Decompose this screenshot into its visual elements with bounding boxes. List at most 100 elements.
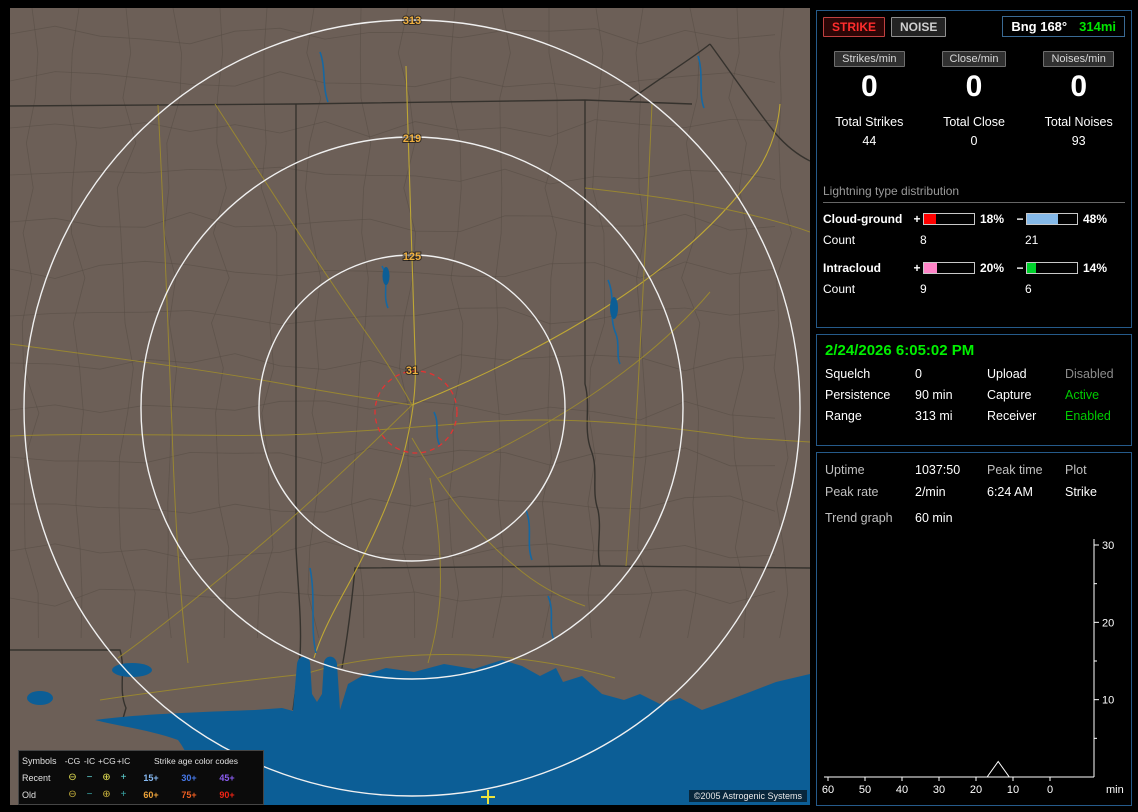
trend-graph-row: Trend graph 60 min — [817, 499, 1131, 525]
noise-mode-button[interactable]: NOISE — [891, 16, 947, 37]
pos-ic-old-icon: + — [120, 788, 127, 800]
peak-time-label: Peak time — [987, 463, 1043, 477]
receiver-label: Receiver — [987, 409, 1037, 423]
range-label-inner: 31 — [406, 365, 418, 377]
close-per-min-value: 0 — [965, 70, 983, 103]
status-panel: 2/24/2026 6:05:02 PM Squelch 0 Upload Di… — [816, 334, 1132, 446]
ic-plus-count: 9 — [920, 282, 927, 296]
noises-per-min-column: Noises/min 0 Total Noises 93 — [1026, 49, 1131, 148]
strikes-per-min-button[interactable]: Strikes/min — [834, 51, 905, 67]
cg-minus-count: 21 — [1025, 233, 1039, 247]
persistence-label: Persistence — [825, 388, 891, 402]
age-15: 15+ — [143, 772, 159, 783]
range-value: 313 mi — [915, 409, 953, 423]
svg-text:20: 20 — [1102, 617, 1114, 629]
receiver-status: Enabled — [1065, 409, 1111, 423]
svg-text:20: 20 — [970, 784, 982, 796]
close-per-min-button[interactable]: Close/min — [941, 51, 1007, 67]
squelch-value: 0 — [915, 367, 922, 381]
noises-per-min-button[interactable]: Noises/min — [1043, 51, 1114, 67]
age-75: 75+ — [181, 789, 197, 800]
map-legend: Symbols -CG -IC +CG +IC Strike age color… — [18, 750, 264, 805]
svg-text:60: 60 — [822, 784, 834, 796]
age-30: 30+ — [181, 772, 197, 783]
neg-cg-old-icon: ⊖ — [68, 788, 77, 800]
map-svg: 313 219 125 31 — [10, 8, 810, 805]
distribution-title: Lightning type distribution — [823, 184, 1125, 203]
pos-cg-recent-icon: ⊕ — [102, 771, 111, 783]
range-label-third: 125 — [403, 251, 421, 263]
total-noises-label: Total Noises — [1044, 115, 1113, 129]
cloud-ground-count-row: Count 8 21 — [823, 233, 1131, 247]
copyright-text: ©2005 Astrogenic Systems — [688, 790, 807, 802]
close-per-min-column: Close/min 0 Total Close 0 — [922, 49, 1027, 148]
total-noises-value: 93 — [1071, 134, 1086, 148]
age-60: 60+ — [143, 789, 159, 800]
upload-label: Upload — [987, 367, 1027, 381]
uptime-label: Uptime — [825, 463, 865, 477]
datetime-readout: 2/24/2026 6:05:02 PM — [825, 342, 975, 359]
noises-per-min-value: 0 — [1070, 70, 1088, 103]
svg-text:0: 0 — [1047, 784, 1053, 796]
cloud-ground-label: Cloud-ground — [823, 212, 903, 226]
cg-minus-sign: − — [1016, 212, 1024, 226]
peak-rate-value: 2/min — [915, 485, 946, 499]
strikes-per-min-value: 0 — [860, 70, 878, 103]
trend-graph-label: Trend graph — [825, 511, 893, 525]
bearing-readout: Bng 168° 314mi — [1002, 16, 1125, 37]
legend-symbols-title: Symbols — [22, 755, 57, 766]
age-45: 45+ — [219, 772, 235, 783]
legend-recent-row: Recent ⊖ − ⊕ + 15+ 30+ 45+ — [22, 769, 260, 786]
upload-status: Disabled — [1065, 367, 1114, 381]
intracloud-count-row: Count 9 6 — [823, 282, 1131, 296]
cloud-ground-row: Cloud-ground + 18% − 48% — [823, 212, 1131, 226]
ic-count-label: Count — [823, 282, 856, 296]
bearing-value: Bng 168° — [1011, 19, 1068, 34]
ic-minus-sign: − — [1016, 261, 1024, 275]
total-strikes-label: Total Strikes — [835, 115, 904, 129]
legend-age-title: Strike age color codes — [153, 755, 239, 766]
trend-chart: 60 50 40 30 20 10 0 min 10 20 30 — [822, 539, 1124, 796]
range-label-outer: 313 — [403, 15, 421, 27]
range-label-second: 219 — [403, 133, 421, 145]
persistence-value: 90 min — [915, 388, 953, 402]
total-close-label: Total Close — [943, 115, 1005, 129]
cg-plus-bar — [923, 213, 975, 225]
peak-rate-label: Peak rate — [825, 485, 879, 499]
cg-minus-bar — [1026, 213, 1078, 225]
strikes-per-min-column: Strikes/min 0 Total Strikes 44 — [817, 49, 922, 148]
legend-col-pos-cg: +CG — [98, 755, 116, 766]
neg-ic-recent-icon: − — [86, 771, 93, 783]
legend-col-neg-cg: -CG — [64, 755, 81, 766]
svg-text:30: 30 — [1102, 540, 1114, 552]
cg-plus-count: 8 — [920, 233, 927, 247]
intracloud-row: Intracloud + 20% − 14% — [823, 261, 1131, 275]
total-strikes-value: 44 — [862, 134, 877, 148]
cg-plus-sign: + — [913, 212, 921, 226]
total-close-value: 0 — [970, 134, 978, 148]
ic-minus-bar — [1026, 262, 1078, 274]
trend-panel: Uptime 1037:50 Peak time Plot Peak rate … — [816, 452, 1132, 806]
neg-cg-recent-icon: ⊖ — [68, 771, 77, 783]
svg-text:min: min — [1106, 784, 1124, 796]
strike-stats-panel: STRIKE NOISE Bng 168° 314mi Strikes/min … — [816, 10, 1132, 328]
mode-row: STRIKE NOISE Bng 168° 314mi — [817, 11, 1131, 37]
uptime-value: 1037:50 — [915, 463, 961, 477]
intracloud-label: Intracloud — [823, 261, 882, 275]
cg-count-label: Count — [823, 233, 856, 247]
pos-ic-recent-icon: + — [120, 771, 127, 783]
cg-minus-pct: 48% — [1083, 212, 1108, 226]
map-view[interactable]: 313 219 125 31 Symbols -CG -IC +CG +IC S… — [10, 8, 810, 805]
trend-graph-window: 60 min — [915, 511, 953, 525]
cg-plus-pct: 18% — [980, 212, 1005, 226]
strike-mode-button[interactable]: STRIKE — [823, 16, 886, 37]
status-grid: Squelch 0 Upload Disabled Persistence 90… — [817, 364, 1131, 426]
lightning-detector-app: 313 219 125 31 Symbols -CG -IC +CG +IC S… — [0, 0, 1138, 812]
session-grid: Uptime 1037:50 Peak time Plot Peak rate … — [817, 453, 1131, 499]
range-label: Range — [825, 409, 862, 423]
plot-value: Strike — [1065, 485, 1097, 499]
ic-plus-bar — [923, 262, 975, 274]
pos-cg-old-icon: ⊕ — [102, 788, 111, 800]
capture-status: Active — [1065, 388, 1100, 402]
ic-plus-pct: 20% — [980, 261, 1005, 275]
